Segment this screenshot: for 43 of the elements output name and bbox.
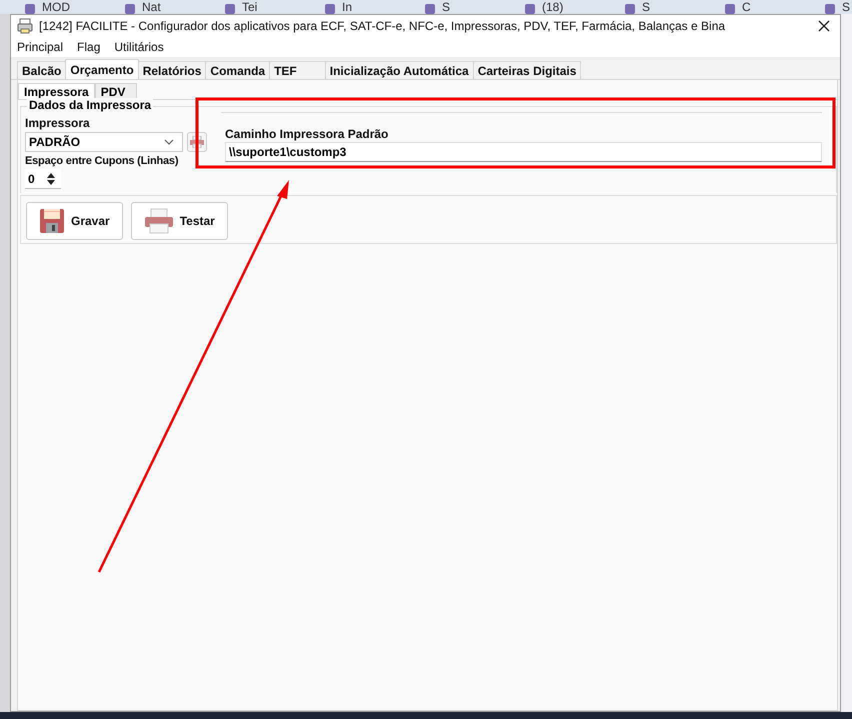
- tab-icon: [124, 3, 136, 14]
- chevron-icon: [164, 139, 174, 145]
- tab[interactable]: Balcão: [17, 61, 66, 79]
- tab[interactable]: Carteiras Digitais: [472, 61, 582, 79]
- browser-tab[interactable]: S: [808, 0, 852, 14]
- tab-icon: [724, 3, 736, 14]
- close-icon[interactable]: [818, 20, 830, 32]
- menu-item[interactable]: Flag: [77, 40, 100, 54]
- menu-item[interactable]: Utilitários: [114, 40, 164, 54]
- path-label: Caminho Impressora Padrão: [225, 127, 390, 142]
- tab-icon: [224, 3, 236, 14]
- menu-item[interactable]: Principal: [17, 40, 64, 54]
- printer-icon: [190, 136, 204, 148]
- browser-tab[interactable]: In: [308, 0, 408, 14]
- tab[interactable]: Impressora: [18, 83, 95, 99]
- path-field[interactable]: \\suporte1\customp3: [225, 142, 822, 162]
- printer-dropdown[interactable]: PADRÃO: [25, 132, 183, 152]
- spacing-label: Espaço entre Cupons (Linhas): [25, 154, 180, 169]
- browser-tab[interactable]: C: [708, 0, 808, 14]
- tab[interactable]: Orçamento: [65, 59, 139, 79]
- browser-tab[interactable]: Tei: [208, 0, 308, 14]
- test-button[interactable]: Testar: [130, 202, 228, 240]
- tab-icon: [24, 3, 36, 14]
- browser-tab[interactable]: S: [408, 0, 508, 14]
- window-title: [1242] FACILITE - Configurador dos aplicativos para ECF, SAT-CF-e, NFC-e, Impressoras, PDV, TEF, Farmácia, Balanças e Bina: [39, 19, 726, 33]
- tab[interactable]: PDV: [94, 83, 137, 99]
- group-title: Dados da Impressora: [27, 98, 154, 112]
- tab[interactable]: Inicialização Automática: [324, 61, 474, 79]
- browser-tab[interactable]: S: [608, 0, 708, 14]
- tab-icon: [624, 3, 636, 14]
- browser-tab[interactable]: (18): [508, 0, 608, 14]
- tab-icon: [824, 3, 836, 14]
- browser-tab[interactable]: Nat: [108, 0, 208, 14]
- save-button[interactable]: Gravar: [26, 202, 123, 240]
- printer-icon: [144, 208, 174, 234]
- browser-tab[interactable]: MOD: [8, 0, 108, 14]
- tab-icon: [524, 3, 536, 14]
- tab-icon: [324, 3, 336, 14]
- spacing-spinner[interactable]: 0: [25, 169, 61, 189]
- app-icon: [17, 18, 33, 34]
- tab-icon: [424, 3, 436, 14]
- up-down-arrows-icon: [45, 170, 57, 186]
- printer-label: Impressora: [25, 116, 91, 131]
